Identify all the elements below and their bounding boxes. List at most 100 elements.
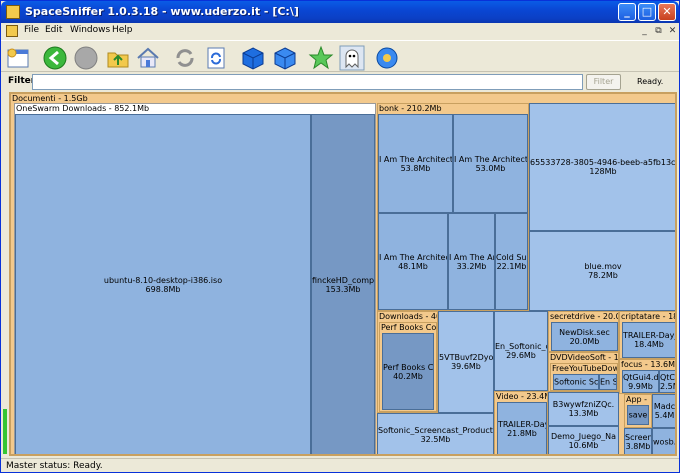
filter-input[interactable] [32, 74, 583, 90]
menu-help[interactable]: Help [112, 25, 133, 35]
maximize-button[interactable]: □ [638, 3, 656, 21]
file-name: finckeHD_compress [312, 275, 374, 285]
new-scan-icon[interactable] [5, 45, 31, 71]
folder-label: Video - 23.4Mb [496, 392, 547, 401]
file-perf-books[interactable]: Perf Books Coll 40.2Mb [382, 333, 434, 410]
home-icon[interactable] [135, 45, 161, 71]
folder-label: Documenti - 1.5Gb [12, 94, 88, 103]
folder-downloads[interactable]: Downloads - 40.2 Perf Books Colle Perf B… [377, 311, 438, 413]
refresh-icon[interactable] [172, 45, 198, 71]
folder-label: FreeYouTubeDownlo [552, 364, 618, 373]
folder-bonk[interactable]: bonk - 210.2Mb I Am The Architect - S 53… [377, 103, 529, 311]
app-icon [6, 5, 20, 19]
file-name: TRAILER-Day_ [623, 331, 675, 340]
file-size: 22.1Mb [496, 261, 527, 271]
file-en-softonic[interactable]: En_Softonic_cor 29.6Mb [494, 311, 548, 391]
file-architect-4[interactable]: I Am The Arc 33.2Mb [448, 213, 495, 310]
file-size: 9.9Mb [628, 381, 653, 391]
file-wosb[interactable]: wosb. [652, 428, 675, 454]
folder-freeyoutube[interactable]: FreeYouTubeDownlo Softonic Scre En So [550, 363, 618, 391]
back-icon[interactable] [42, 45, 68, 71]
file-name: NewDisk.sec [559, 327, 610, 337]
menu-edit[interactable]: Edit [45, 25, 62, 35]
menu-app-icon[interactable] [6, 25, 18, 37]
file-size: 128Mb [589, 167, 617, 176]
file-blue-mov[interactable]: blue.mov 78.2Mb [529, 231, 675, 311]
mdi-close-button[interactable]: ✕ [667, 26, 678, 37]
file-madc[interactable]: Madc 5.4M [652, 394, 675, 428]
file-architect-1[interactable]: I Am The Architect - S 53.8Mb [378, 114, 453, 213]
folder-app[interactable]: App - save [624, 394, 652, 428]
file-demo-juego[interactable]: Demo_Juego_Na 10.6Mb [548, 426, 619, 454]
filter-status: Ready. [637, 77, 664, 86]
file-softonic-scre[interactable]: Softonic Scre [553, 374, 599, 390]
folder-dvdvideosoft[interactable]: DVDVideoSoft - 19.7 FreeYouTubeDownlo So… [548, 352, 619, 392]
mdi-restore-button[interactable]: ⧉ [653, 26, 664, 37]
file-b3wywfzniz[interactable]: B3wywfzniZQc. 13.3Mb [548, 392, 619, 426]
folder-focus[interactable]: focus - 13.6Mb QtGui4.dll 9.9Mb QtC 2.5M [619, 359, 675, 394]
folder-label: Perf Books Colle [381, 323, 437, 332]
file-5vtbuvf[interactable]: 5VTBuvf2DyoC. 39.6Mb [438, 311, 494, 413]
cube-alt-icon[interactable] [272, 45, 298, 71]
folder-label: App - [626, 395, 648, 404]
file-screencast[interactable]: Softonic_Screencast_Production.avi 32.5M… [377, 413, 494, 454]
file-qtc[interactable]: QtC 2.5M [659, 370, 675, 393]
close-button[interactable]: ✕ [658, 3, 676, 21]
folder-label: secretdrive - 20.0Mb [550, 312, 618, 321]
filter-button[interactable]: Filter [586, 74, 621, 90]
file-qtgui[interactable]: QtGui4.dll 9.9Mb [622, 370, 659, 393]
file-size: 53.0Mb [475, 163, 506, 173]
file-architect-3[interactable]: I Am The Architect - 48.1Mb [378, 213, 448, 310]
settings-icon[interactable] [374, 45, 400, 71]
file-name: I Am The Architect - [379, 252, 447, 262]
file-name: TRAILER-Day_ [498, 419, 546, 429]
title-bar[interactable]: SpaceSniffer 1.0.3.18 - www.uderzo.it - … [1, 1, 679, 23]
file-size: 20.0Mb [569, 336, 600, 346]
minimize-button[interactable]: _ [618, 3, 636, 21]
mdi-minimize-button[interactable]: _ [639, 26, 650, 37]
folder-secretdrive[interactable]: secretdrive - 20.0Mb NewDisk.sec 20.0Mb [548, 311, 619, 352]
file-size: 48.1Mb [398, 261, 428, 271]
master-status: Master status: Ready. [6, 461, 103, 471]
file-name: Perf Books Coll [383, 362, 433, 372]
file-en-so[interactable]: En So [599, 374, 617, 390]
cube-icon[interactable] [240, 45, 266, 71]
folder-save[interactable]: save [627, 405, 649, 425]
folder-documenti[interactable]: Documenti - 1.5Gb OneSwarm Downloads - 8… [10, 93, 676, 455]
file-name: B3wywfzniZQc. [552, 400, 615, 409]
toolbar [1, 40, 679, 72]
scan-progress-indicator [3, 409, 7, 454]
file-size: 39.6Mb [451, 362, 481, 371]
file-size: 53.8Mb [400, 163, 431, 173]
ghost-icon[interactable] [339, 45, 365, 71]
folder-perf-books[interactable]: Perf Books Colle Perf Books Coll 40.2Mb [379, 322, 437, 412]
menu-windows[interactable]: Windows [70, 25, 110, 35]
folder-criptatare[interactable]: criptatare - 18.4M TRAILER-Day_ 18.4Mb [619, 311, 675, 359]
file-trailer-day-1[interactable]: TRAILER-Day_ 21.8Mb [497, 402, 547, 454]
file-trailer-day-2[interactable]: TRAILER-Day_ 18.4Mb [622, 322, 675, 358]
file-newdisk[interactable]: NewDisk.sec 20.0Mb [551, 322, 618, 351]
file-size: 5.4M [654, 411, 675, 420]
file-name: I Am The Architect - I [454, 154, 527, 164]
rescan-icon[interactable] [203, 45, 229, 71]
file-architect-2[interactable]: I Am The Architect - I 53.0Mb [453, 114, 528, 213]
menu-file[interactable]: File [24, 25, 39, 35]
main-window: SpaceSniffer 1.0.3.18 - www.uderzo.it - … [0, 0, 680, 473]
file-size: 40.2Mb [393, 371, 423, 381]
folder-label: OneSwarm Downloads - 852.1Mb [16, 104, 150, 113]
file-guid-spee[interactable]: 65533728-3805-4946-beeb-a5fb13cfa89c.Spe… [529, 103, 675, 231]
file-cold-sun[interactable]: Cold Sun 22.1Mb [495, 213, 528, 310]
file-screen[interactable]: Screen 3.8Mb [624, 428, 652, 454]
file-ubuntu-iso[interactable]: ubuntu-8.10-desktop-i386.iso 698.8Mb [15, 114, 311, 454]
file-fincke[interactable]: finckeHD_compress 153.3Mb [311, 114, 375, 454]
folder-video[interactable]: Video - 23.4Mb TRAILER-Day_ 21.8Mb [494, 391, 548, 454]
file-size: 18.4Mb [634, 340, 664, 349]
file-name: QtC [660, 372, 675, 382]
folder-oneswarm[interactable]: OneSwarm Downloads - 852.1Mb ubuntu-8.10… [14, 103, 376, 454]
stop-icon[interactable] [73, 45, 99, 71]
folder-up-icon[interactable] [105, 45, 131, 71]
treemap[interactable]: Documenti - 1.5Gb OneSwarm Downloads - 8… [9, 92, 677, 456]
file-name: save [628, 410, 648, 420]
star-icon[interactable] [308, 45, 334, 71]
folder-label: criptatare - 18.4M [621, 312, 675, 321]
